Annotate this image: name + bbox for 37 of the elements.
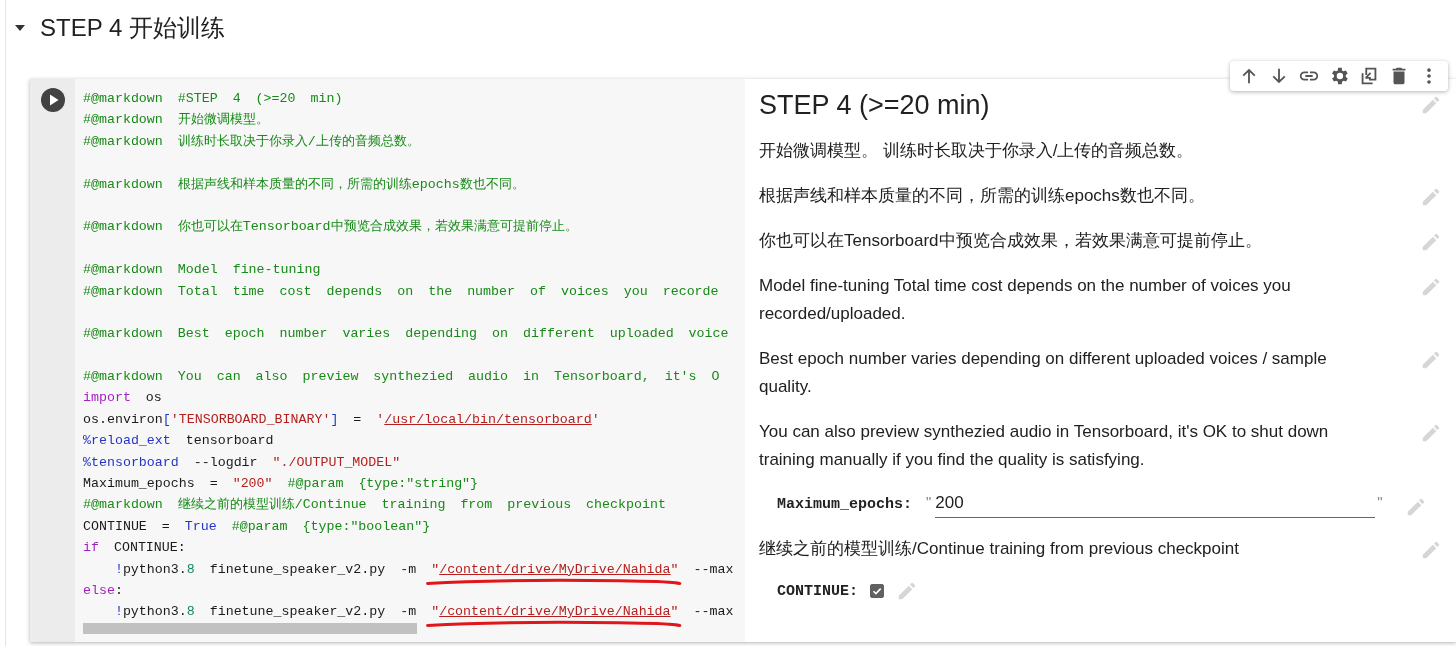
code-line: %tensorboard --logdir "./OUTPUT_MODEL" (83, 453, 401, 472)
code-line: import os (83, 389, 162, 408)
code-line: #@markdown 你也可以在Tensorboard中预览合成效果，若效果满意可提前停止。 (83, 218, 578, 237)
quote-mark: " (926, 493, 932, 510)
code-line: #@markdown 继续之前的模型训练/Continue training from previous checkpoint (83, 496, 666, 515)
code-line: #@markdown Best epoch number varies depending on different uploaded voice (83, 325, 729, 344)
form-text: 你也可以在Tensorboard中预览合成效果，若效果满意可提前停止。 (759, 230, 1263, 252)
form-text: Model fine-tuning Total time cost depends on the number of voices you recorded/uploaded. (759, 275, 1292, 325)
text-field[interactable]: 200 (935, 491, 1376, 518)
form-text: 继续之前的模型训练/Continue training from previous checkpoint (759, 538, 1240, 560)
section-title: STEP 4 开始训练 (40, 13, 225, 43)
code-line: #@markdown 训练时长取决于你录入/上传的音频总数。 (83, 132, 420, 151)
run-button[interactable] (40, 88, 65, 112)
form-text: You can also preview synthezied audio in Tensorboard, it's OK to shut down training manually if you find the quality is satisfying. (759, 421, 1330, 471)
code-line: CONTINUE = True #@param {type:"boolean"} (83, 517, 431, 536)
checkbox-label: CONTINUE: (777, 582, 858, 600)
form-heading: STEP 4 (>=20 min) (759, 89, 990, 122)
code-line: #@markdown Total time cost depends on the number of voices you recorde (83, 282, 719, 301)
code-line: #@markdown 开始微调模型。 (83, 111, 269, 130)
form-text: 开始微调模型。 训练时长取决于你录入/上传的音频总数。 (759, 140, 1195, 162)
code-line: if CONTINUE: (83, 539, 186, 558)
code-line: #@markdown You can also preview synthezied audio in Tensorboard, it's O (83, 368, 720, 387)
code-line: #@markdown Model fine-tuning (83, 261, 321, 280)
code-line: !python3.8 finetune_speaker_v2.py -m "/content/drive/MyDrive/Nahida" --max (113, 603, 734, 622)
form-text: 根据声线和样本质量的不同，所需的训练epochs数也不同。 (759, 185, 1206, 207)
form-text: Best epoch number varies depending on different uploaded voices / sample quality. (759, 348, 1328, 398)
code-line: #@markdown #STEP 4 (>=20 min) (83, 90, 343, 108)
scrollbar-thumb[interactable] (83, 622, 417, 634)
code-line: os.environ['TENSORBOARD_BINARY'] = '/usr/local/bin/tensorboard' (83, 410, 600, 429)
code-line: !python3.8 finetune_speaker_v2.py -m "/content/drive/MyDrive/Nahida" --max (113, 560, 734, 579)
field-label: Maximum_epochs: (777, 496, 913, 513)
code-line: %reload_ext tensorboard (83, 432, 274, 451)
code-line: Maximum_epochs = "200" #@param {type:"string"} (83, 475, 479, 494)
code-line: #@markdown 根据声线和样本质量的不同，所需的训练epochs数也不同。 (83, 175, 525, 194)
code-line: else: (83, 582, 123, 600)
checkbox[interactable] (870, 584, 884, 598)
quote-mark: " (1377, 493, 1383, 510)
